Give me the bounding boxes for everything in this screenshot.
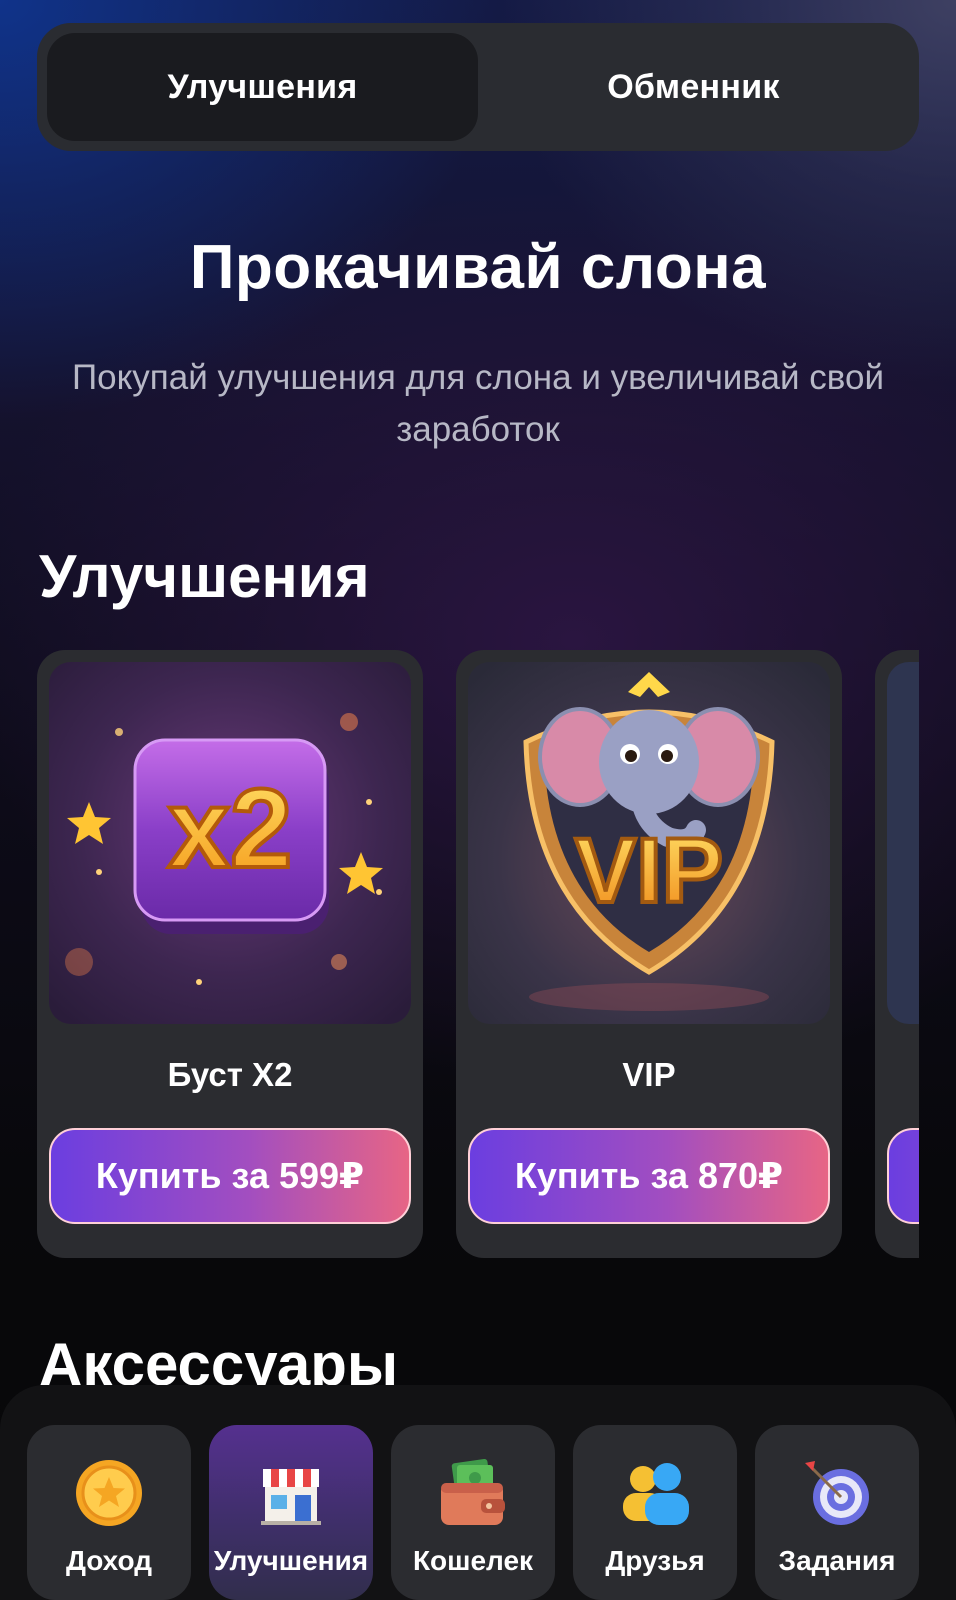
nav-upgrades[interactable]: Улучшения [209, 1425, 373, 1600]
buy-vip-button[interactable]: Купить за 870₽ [468, 1128, 830, 1224]
top-tab-switcher: Улучшения Обменник [37, 23, 919, 151]
gold-coin-icon [71, 1455, 147, 1531]
partial-card-image [887, 662, 919, 1024]
target-icon [799, 1455, 875, 1531]
upgrade-card-boost-x2[interactable]: x2 Буст X2 Купить за 599₽ [37, 650, 423, 1258]
friends-icon [617, 1455, 693, 1531]
svg-text:VIP: VIP [575, 820, 723, 922]
nav-tasks-label: Задания [778, 1545, 896, 1576]
buy-boost-x2-button[interactable]: Купить за 599₽ [49, 1128, 411, 1224]
page-title: Прокачивай слона [189, 233, 767, 302]
nav-wallet[interactable]: Кошелек [391, 1425, 555, 1600]
vip-elephant-shield-icon: VIP [468, 662, 830, 1024]
vip-image: VIP [468, 662, 830, 1024]
tab-upgrades[interactable]: Улучшения [47, 33, 478, 141]
nav-friends[interactable]: Друзья [573, 1425, 737, 1600]
card-title: Буст X2 [167, 1056, 293, 1093]
nav-tasks[interactable]: Задания [755, 1425, 919, 1600]
wallet-icon [435, 1455, 511, 1531]
shop-icon [253, 1455, 329, 1531]
nav-income-label: Доход [65, 1545, 153, 1576]
upgrade-card-partial[interactable] [875, 650, 919, 1258]
section-title-upgrades: Улучшения [39, 543, 370, 610]
upgrade-card-vip[interactable]: VIP VIP Купить за 870₽ [456, 650, 842, 1258]
x2-badge-icon: x2 [49, 662, 411, 1024]
nav-friends-label: Друзья [605, 1545, 705, 1576]
page-subtitle: Покупай улучшения для слона и увеличивай… [71, 358, 885, 449]
upgrades-carousel[interactable]: x2 Буст X2 Купить за 599₽ VIP VIP Купить… [37, 650, 919, 1258]
nav-wallet-label: Кошелек [412, 1545, 534, 1576]
nav-upgrades-label: Улучшения [213, 1545, 369, 1576]
tab-exchanger[interactable]: Обменник [478, 33, 909, 141]
svg-text:x2: x2 [168, 766, 293, 891]
bottom-navigation: Доход Улучшения Кошелек Друзья Задания [0, 1385, 956, 1600]
nav-income[interactable]: Доход [27, 1425, 191, 1600]
partial-buy-button[interactable] [887, 1128, 919, 1224]
card-title: VIP [622, 1056, 676, 1093]
boost-x2-image: x2 [49, 662, 411, 1024]
